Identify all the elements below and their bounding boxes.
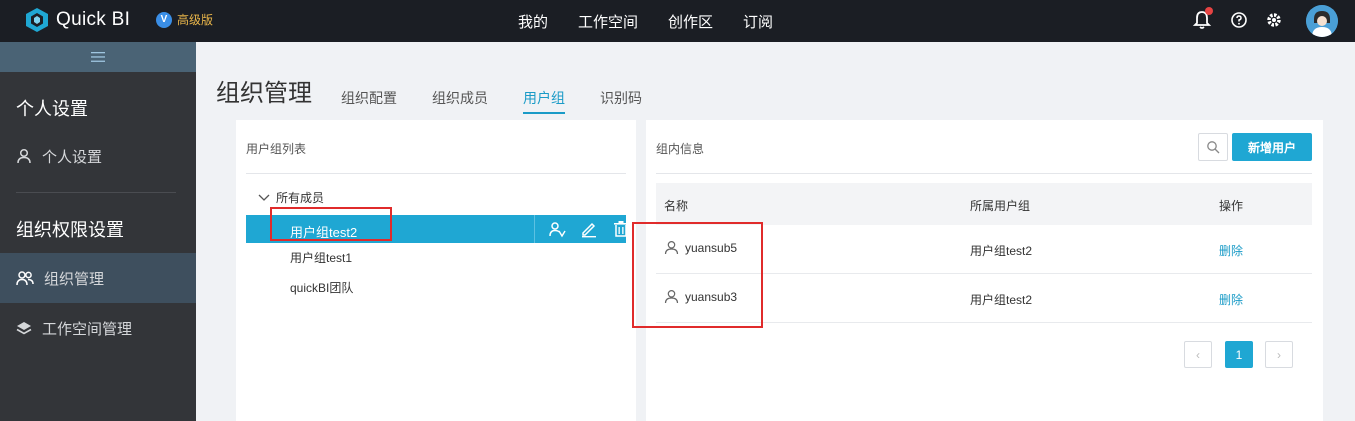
tree-item-group[interactable]: quickBI团队 [290,279,353,296]
logo[interactable]: Quick BI [24,7,130,33]
notification-dot [1205,7,1213,15]
edit-icon[interactable] [580,220,598,238]
sidebar-section-org: 组织权限设置 [16,220,124,240]
chevron-down-icon [258,194,270,201]
app-name: Quick BI [56,9,131,30]
page-title: 组织管理 [216,80,312,107]
gear-icon[interactable] [1263,9,1285,31]
edition-label: 高级版 [177,13,214,27]
next-page-button[interactable]: › [1265,341,1293,368]
divider [656,173,1312,174]
tab-user-groups[interactable]: 用户组 [523,88,565,114]
add-user-button[interactable]: 新增用户 [1232,133,1312,161]
column-header-group: 所属用户组 [970,199,1031,213]
sidebar-toggle[interactable] [0,42,196,72]
sidebar-item-org-management[interactable]: 组织管理 [0,253,196,303]
page-number-current[interactable]: 1 [1225,341,1253,368]
column-header-action: 操作 [1219,199,1244,213]
highlight-box-members [632,222,763,328]
group-list-title: 用户组列表 [246,142,307,156]
nav-subscribe[interactable]: 订阅 [743,11,773,32]
table-header: 名称 所属用户组 操作 [656,183,1312,225]
logo-icon [26,8,48,32]
member-group: 用户组test2 [970,244,1033,258]
help-icon[interactable] [1228,9,1250,31]
delete-link[interactable]: 删除 [1219,242,1243,259]
group-icon [16,271,34,286]
tree-root-label: 所有成员 [276,191,325,205]
group-info-title: 组内信息 [656,142,705,156]
search-icon [1207,141,1220,154]
bell-icon[interactable] [1191,7,1213,31]
nav-workspace[interactable]: 工作空间 [578,11,638,32]
nav-mine[interactable]: 我的 [518,11,548,32]
sidebar-item-label: 组织管理 [44,270,105,288]
group-list-panel: 用户组列表 所有成员 用户组test2 用户组test1 quickBI团队 [236,120,636,421]
user-icon [17,148,31,164]
separator [534,215,535,243]
top-nav: 我的 工作空间 创作区 订阅 [518,0,803,42]
sidebar-item-label: 工作空间管理 [42,320,133,338]
search-button[interactable] [1198,133,1228,161]
sidebar-item-label: 个人设置 [42,148,103,166]
column-header-name: 名称 [664,199,689,213]
edition-badge: V [156,11,172,28]
layers-icon [16,322,32,335]
assign-user-icon[interactable] [548,220,566,238]
tab-org-config[interactable]: 组织配置 [341,88,397,114]
tab-bar: 组织配置 组织成员 用户组 识别码 [341,88,677,114]
highlight-box-group [270,207,392,241]
sidebar-divider [16,192,176,193]
tab-identification-code[interactable]: 识别码 [600,88,642,114]
nav-create[interactable]: 创作区 [668,11,713,32]
member-group: 用户组test2 [970,293,1033,307]
tree-item-group[interactable]: 用户组test1 [290,249,352,266]
delete-link[interactable]: 删除 [1219,291,1243,308]
sidebar-section-personal: 个人设置 [16,99,88,119]
edition: V 高级版 [156,11,213,28]
sidebar-item-personal-settings[interactable]: 个人设置 [0,131,196,181]
divider [246,173,626,174]
sidebar: 个人设置 个人设置 组织权限设置 组织管理 工作空间管理 [0,42,196,421]
menu-icon [91,52,105,62]
prev-page-button[interactable]: ‹ [1184,341,1212,368]
sidebar-item-workspace-management[interactable]: 工作空间管理 [0,303,196,353]
avatar[interactable] [1306,5,1338,37]
top-bar: Quick BI V 高级版 我的 工作空间 创作区 订阅 [0,0,1355,42]
tree-root-all-members[interactable]: 所有成员 [258,189,324,206]
tab-org-members[interactable]: 组织成员 [432,88,488,114]
trash-icon[interactable] [612,220,630,238]
